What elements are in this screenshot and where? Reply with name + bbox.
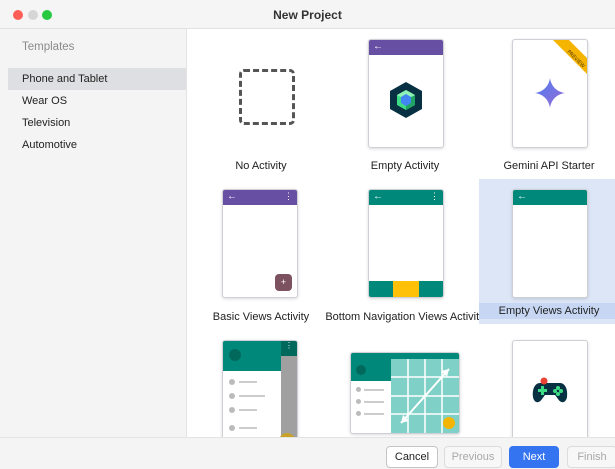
title-bar: New Project bbox=[0, 0, 615, 29]
template-label: No Activity bbox=[235, 160, 287, 172]
next-button[interactable]: Next bbox=[509, 446, 559, 468]
previous-button[interactable]: Previous bbox=[444, 446, 502, 468]
sidebar-item-label: Phone and Tablet bbox=[22, 73, 108, 85]
finish-button[interactable]: Finish bbox=[567, 446, 615, 468]
drawer-header bbox=[223, 341, 281, 371]
bottom-nav-item-selected bbox=[393, 281, 419, 297]
phone-preview: ← ⋮ + bbox=[222, 189, 298, 298]
sidebar-item-television[interactable]: Television bbox=[8, 112, 186, 134]
list-bullet bbox=[356, 387, 361, 392]
gamepad-icon bbox=[532, 377, 568, 403]
tablet-preview bbox=[350, 352, 460, 434]
overflow-menu-icon: ⋮ bbox=[430, 191, 439, 201]
phone-preview bbox=[512, 340, 588, 437]
template-bottom-navigation-views-activity[interactable]: ← ⋮ Bottom Navigation Views Activity bbox=[325, 184, 485, 329]
sidebar-header: Templates bbox=[22, 41, 75, 53]
app-bar: ← ⋮ bbox=[223, 190, 297, 205]
list-bullet bbox=[229, 407, 235, 413]
phone-preview: ← bbox=[512, 189, 588, 298]
window-title: New Project bbox=[273, 8, 342, 22]
back-arrow-icon: ← bbox=[517, 191, 527, 202]
back-arrow-icon: ← bbox=[373, 191, 383, 202]
template-label: Bottom Navigation Views Activity bbox=[325, 311, 485, 323]
sidebar-item-wear-os[interactable]: Wear OS bbox=[8, 90, 186, 112]
template-label: Gemini API Starter bbox=[503, 160, 595, 172]
template-gemini-api-starter[interactable]: PREVIEW Gemini API Starter bbox=[479, 33, 615, 178]
gemini-sparkle-icon bbox=[535, 78, 565, 108]
phone-preview: ← bbox=[368, 39, 444, 148]
overflow-menu-icon: ⋮ bbox=[281, 341, 297, 356]
bottom-nav-item bbox=[419, 281, 443, 297]
sidebar-item-automotive[interactable]: Automotive bbox=[8, 134, 186, 156]
template-label: Empty Activity bbox=[370, 160, 440, 172]
phone-preview: ⋮ bbox=[222, 340, 298, 437]
template-navigation-drawer-activity[interactable]: ⋮ bbox=[191, 335, 331, 437]
list-line bbox=[364, 401, 384, 403]
app-bar: ← bbox=[369, 40, 443, 55]
back-arrow-icon: ← bbox=[373, 41, 383, 52]
template-grid: No Activity ← Empty Activity PREVIEW Gem… bbox=[187, 29, 615, 437]
phone-preview: PREVIEW bbox=[512, 39, 588, 148]
list-bullet bbox=[229, 379, 235, 385]
list-bullet bbox=[229, 425, 235, 431]
list-bullet bbox=[229, 393, 235, 399]
back-arrow-icon: ← bbox=[227, 191, 237, 202]
list-line bbox=[364, 389, 384, 391]
compose-logo-icon bbox=[390, 82, 422, 118]
templates-sidebar: Templates Phone and Tablet Wear OS Telev… bbox=[0, 29, 187, 437]
app-bar: ← ⋮ bbox=[369, 190, 443, 205]
template-basic-views-activity[interactable]: ← ⋮ + Basic Views Activity bbox=[191, 184, 331, 329]
sidebar-item-label: Automotive bbox=[22, 139, 78, 151]
overflow-menu-icon: ⋮ bbox=[284, 191, 293, 201]
list-bullet bbox=[356, 411, 361, 416]
list-line bbox=[239, 409, 257, 411]
bottom-nav-item bbox=[369, 281, 393, 297]
list-header bbox=[351, 359, 391, 381]
list-line bbox=[239, 381, 257, 383]
avatar bbox=[229, 349, 241, 361]
template-game-activity[interactable] bbox=[479, 335, 615, 437]
template-label: Basic Views Activity bbox=[212, 311, 310, 323]
phone-preview: ← ⋮ bbox=[368, 189, 444, 298]
list-line bbox=[239, 427, 257, 429]
template-empty-views-activity[interactable]: ← Empty Views Activity bbox=[479, 179, 615, 324]
list-line bbox=[239, 395, 265, 397]
avatar bbox=[356, 365, 366, 375]
dialog-footer: Cancel Previous Next Finish bbox=[0, 437, 615, 469]
sidebar-item-label: Wear OS bbox=[22, 95, 68, 107]
expand-grid-icon bbox=[391, 359, 459, 433]
drawer-scrim bbox=[281, 356, 297, 437]
template-label: Empty Views Activity bbox=[479, 303, 615, 319]
app-bar: ← bbox=[513, 190, 587, 205]
template-no-activity[interactable]: No Activity bbox=[191, 33, 331, 178]
sidebar-item-label: Television bbox=[22, 117, 71, 129]
new-project-window: New Project Templates Phone and Tablet W… bbox=[0, 0, 615, 469]
sidebar-item-phone-and-tablet[interactable]: Phone and Tablet bbox=[8, 68, 186, 90]
list-bullet bbox=[356, 399, 361, 404]
template-responsive-views-activity[interactable] bbox=[335, 335, 475, 437]
fab-add-button: + bbox=[275, 274, 292, 291]
no-activity-placeholder-icon bbox=[239, 69, 295, 125]
list-line bbox=[364, 413, 384, 415]
template-empty-activity[interactable]: ← Empty Activity bbox=[335, 33, 475, 178]
cancel-button[interactable]: Cancel bbox=[386, 446, 438, 468]
